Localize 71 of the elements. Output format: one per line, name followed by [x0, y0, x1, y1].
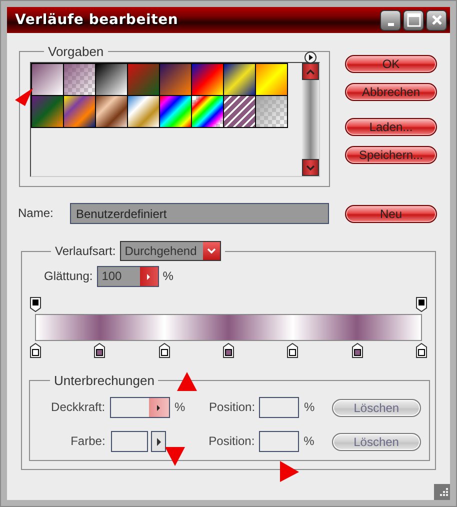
opacity-field[interactable] [110, 397, 170, 418]
color-stop-handle[interactable] [94, 343, 106, 358]
color-stop-handle[interactable] [416, 343, 427, 358]
maximize-icon [406, 13, 420, 27]
gradient-swatch[interactable] [159, 63, 192, 96]
color-stop-handle[interactable] [287, 343, 298, 358]
gradient-swatch[interactable] [223, 63, 256, 96]
panel-title: Vorgaben [47, 45, 105, 58]
new-button[interactable]: Neu [345, 204, 437, 222]
position-label: Position: [208, 434, 255, 449]
position-label: Position: [209, 400, 256, 415]
color-stop-handle[interactable] [158, 343, 170, 358]
color-menu-button[interactable] [150, 431, 166, 452]
arrow-icon [156, 436, 162, 446]
color-stop-handle[interactable] [30, 343, 41, 358]
gradient-type-select[interactable]: Durchgehend [120, 241, 221, 261]
color-stop-handle[interactable] [352, 343, 363, 358]
close-icon [430, 14, 442, 26]
gradient-swatch[interactable] [127, 95, 160, 128]
arrow-icon [146, 272, 152, 280]
scroll-up-button[interactable] [302, 63, 319, 80]
gradient-swatch[interactable] [63, 63, 96, 96]
maximize-button[interactable] [403, 10, 424, 30]
arrow-icon [156, 404, 162, 412]
smoothness-unit: % [162, 269, 174, 284]
gradient-swatch[interactable] [63, 95, 96, 128]
chevron-down-icon [306, 164, 315, 170]
minimize-icon [388, 22, 394, 26]
scroll-down-button[interactable] [302, 159, 319, 176]
gradient-swatch[interactable] [95, 63, 128, 96]
chevron-up-icon [306, 68, 315, 74]
gradient-swatch[interactable] [31, 95, 64, 128]
position-unit: % [304, 434, 316, 449]
menu-icon[interactable] [304, 51, 317, 64]
color-swatch-field[interactable] [111, 431, 148, 452]
gradient-swatch[interactable] [95, 95, 128, 128]
dialog-button[interactable]: Abbrechen [345, 83, 437, 101]
dropdown-icon [206, 248, 216, 254]
color-stop-handle[interactable] [222, 343, 234, 358]
annotation-arrow-icon [13, 86, 35, 108]
opacity-stop-handle[interactable] [416, 297, 427, 312]
opacity-unit: % [174, 400, 186, 415]
gradient-swatch[interactable] [255, 95, 288, 128]
gradient-swatch[interactable] [255, 63, 288, 96]
resize-grip[interactable] [434, 484, 450, 500]
close-button[interactable] [426, 10, 447, 30]
gradient-swatch[interactable] [191, 95, 224, 128]
window-title: Verläufe bearbeiten [15, 12, 180, 28]
minimize-button[interactable] [380, 10, 401, 30]
annotation-arrow-icon [177, 371, 199, 393]
name-field[interactable]: Benutzerdefiniert [70, 203, 329, 224]
panel-title: Unterbrechungen [53, 374, 156, 387]
gradient-swatch[interactable] [191, 63, 224, 96]
opacity-stop-handle[interactable] [30, 297, 41, 312]
opacity-label: Deckkraft: [50, 400, 106, 415]
color-label: Farbe: [70, 434, 106, 449]
annotation-arrow-icon [279, 461, 301, 483]
scrollbar[interactable] [302, 63, 319, 176]
dialog-button[interactable]: Speichern... [345, 146, 437, 164]
dialog-button[interactable]: Laden... [345, 118, 437, 136]
gradient-type-label: Verlaufsart: [55, 245, 116, 257]
annotation-arrow-icon [165, 446, 187, 468]
position-unit: % [304, 400, 316, 415]
smoothness-label: Glättung: [44, 269, 93, 284]
smoothness-field[interactable]: 100 [96, 266, 159, 287]
name-label: Name: [18, 206, 54, 221]
gradient-swatch[interactable] [31, 63, 64, 96]
dialog-button[interactable]: OK [345, 55, 437, 73]
gradient-swatch[interactable] [223, 95, 256, 128]
gradient-swatch[interactable] [159, 95, 192, 128]
gradient-swatch[interactable] [127, 63, 160, 96]
